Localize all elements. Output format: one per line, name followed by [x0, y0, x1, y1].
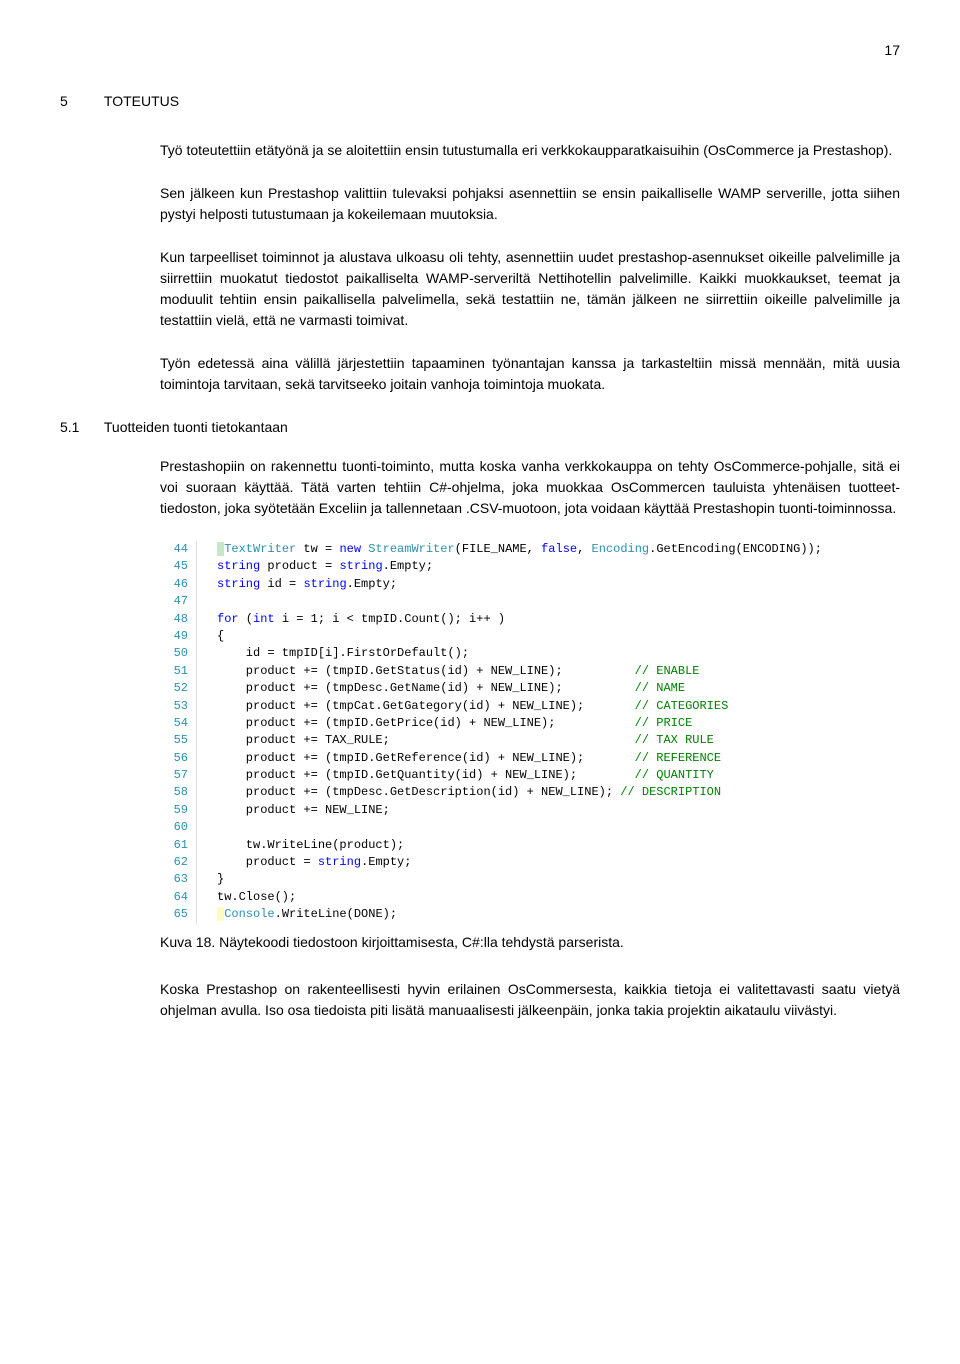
paragraph: Kun tarpeelliset toiminnot ja alustava u…	[160, 247, 900, 331]
section-heading: 5 TOTEUTUS	[60, 91, 900, 112]
figure-caption: Kuva 18. Näytekoodi tiedostoon kirjoitta…	[160, 932, 900, 953]
page-number: 17	[60, 40, 900, 61]
paragraph: Työn edetessä aina välillä järjestettiin…	[160, 353, 900, 395]
subsection-heading: 5.1 Tuotteiden tuonti tietokantaan	[60, 417, 900, 438]
paragraph: Prestashopiin on rakennettu tuonti-toimi…	[160, 456, 900, 519]
section-number: 5	[60, 91, 100, 112]
paragraph: Työ toteutettiin etätyönä ja se aloitett…	[160, 140, 900, 161]
code-listing: 44 TextWriter tw = new StreamWriter(FILE…	[160, 541, 900, 924]
section-title: TOTEUTUS	[104, 91, 179, 112]
subsection-title: Tuotteiden tuonti tietokantaan	[104, 417, 288, 438]
paragraph: Sen jälkeen kun Prestashop valittiin tul…	[160, 183, 900, 225]
paragraph: Koska Prestashop on rakenteellisesti hyv…	[160, 979, 900, 1021]
subsection-number: 5.1	[60, 417, 100, 438]
